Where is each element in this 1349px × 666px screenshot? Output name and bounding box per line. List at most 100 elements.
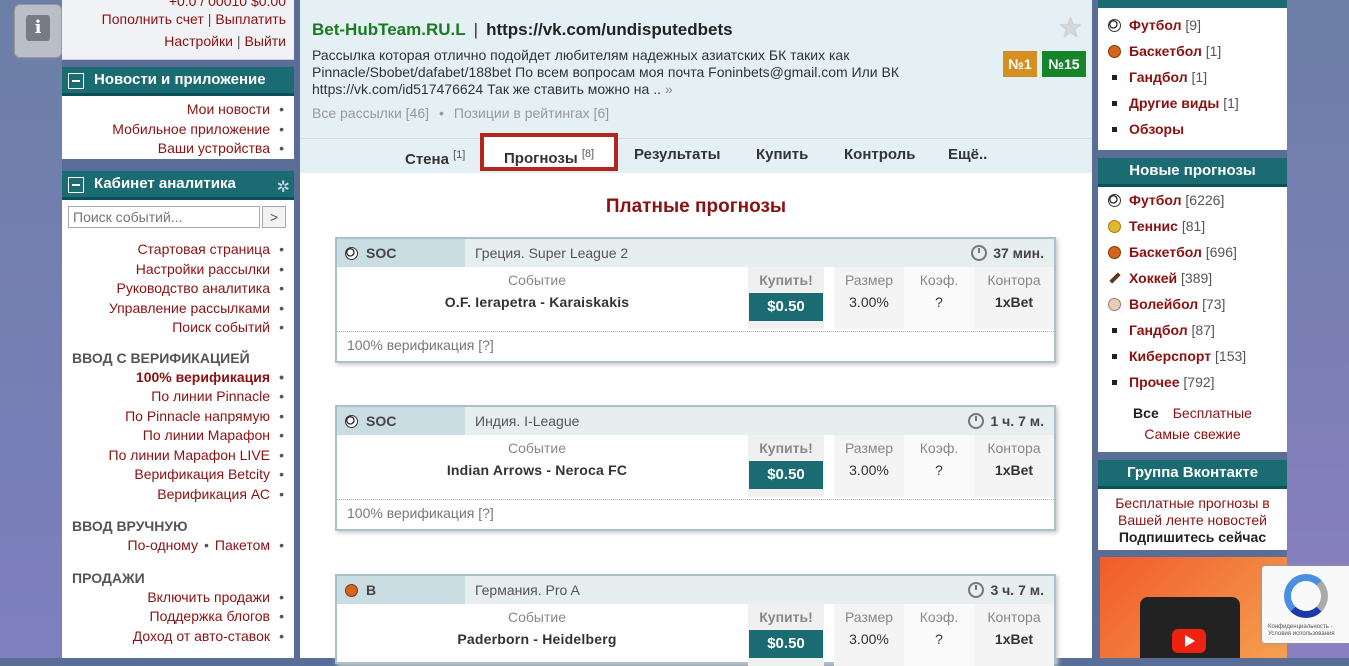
bookmaker-link[interactable]: 1xBet xyxy=(974,461,1054,479)
rank-badge-2[interactable]: №15 xyxy=(1042,51,1086,77)
withdraw-link[interactable]: Выплатить xyxy=(215,11,286,27)
new-item-tennis[interactable]: Теннис [81] xyxy=(1098,213,1287,239)
bookmaker-link[interactable]: 1xBet xyxy=(974,630,1054,648)
analyst-guide-link[interactable]: Руководство аналитика • xyxy=(62,279,294,299)
sport-label: SOC xyxy=(337,407,465,435)
sport-label: B xyxy=(337,576,465,604)
betcity-verification-link[interactable]: Верификация Betcity • xyxy=(62,465,294,485)
new-item-esports[interactable]: Киберспорт [153] xyxy=(1098,343,1287,369)
filter-fresh-link[interactable]: Самые свежие xyxy=(1144,426,1240,442)
start-page-link[interactable]: Стартовая страница • xyxy=(62,240,294,260)
buy-button[interactable]: $0.50 xyxy=(749,461,823,489)
manage-mailings-link[interactable]: Управление рассылками • xyxy=(62,299,294,319)
logout-link[interactable]: Выйти xyxy=(245,33,286,49)
tab-forecasts[interactable]: Прогнозы [8] xyxy=(480,133,619,171)
tab-wall[interactable]: Стена [1] xyxy=(405,139,465,173)
section-title-verification: ВВОД С ВЕРИФИКАЦИЕЙ xyxy=(72,349,250,366)
manual-input-links: По-одному • Пакетом • xyxy=(127,537,285,553)
mailing-url: https://vk.com/undisputedbets xyxy=(486,20,733,39)
sport-item-football[interactable]: Футбол [9] xyxy=(1098,8,1287,38)
vk-group-text[interactable]: Бесплатные прогнозы в Вашей ленте новост… xyxy=(1102,495,1283,529)
vk-group-header: Группа Вконтакте xyxy=(1098,460,1287,489)
youtube-play-icon xyxy=(1172,629,1206,653)
blog-support-link[interactable]: Поддержка блогов • xyxy=(62,607,294,627)
collapse-icon[interactable] xyxy=(68,177,84,193)
mobile-app-link[interactable]: Мобильное приложение • xyxy=(62,120,294,140)
all-mailings-link[interactable]: Все рассылки [46] xyxy=(312,105,429,121)
cabinet-box-header[interactable]: Кабинет аналитика ✲ xyxy=(62,171,294,200)
event-search-input[interactable] xyxy=(68,206,260,228)
gear-icon[interactable]: ✲ xyxy=(277,175,290,201)
mailing-meta: Все рассылки [46] • Позиции в рейтингах [6… xyxy=(312,105,610,121)
new-item-hockey[interactable]: Хоккей [389] xyxy=(1098,265,1287,291)
volleyball-icon xyxy=(1108,298,1121,311)
filter-free-link[interactable]: Бесплатные xyxy=(1173,405,1252,421)
new-item-other[interactable]: Прочее [792] xyxy=(1098,369,1287,395)
verification-note[interactable]: 100% верификация [?] xyxy=(347,505,494,521)
read-more-link[interactable]: » xyxy=(665,81,673,97)
new-item-handball[interactable]: Гандбол [87] xyxy=(1098,317,1287,343)
league-label: Германия. Pro A xyxy=(475,582,580,598)
one-by-one-link[interactable]: По-одному xyxy=(128,537,198,553)
favorite-star-icon[interactable]: ★ xyxy=(1058,14,1083,42)
buy-button[interactable]: $0.50 xyxy=(749,630,823,658)
league-label: Греция. Super League 2 xyxy=(475,245,629,261)
marathon-line-link[interactable]: По линии Марафон • xyxy=(62,426,294,446)
ac-verification-link[interactable]: Верификация АС • xyxy=(62,485,294,505)
tab-results[interactable]: Результаты xyxy=(634,139,720,173)
pinnacle-direct-link[interactable]: По Pinnacle напрямую • xyxy=(62,407,294,427)
clock-icon xyxy=(968,413,985,429)
mailing-title: Bet-HubTeam.RU.L | https://vk.com/undisput… xyxy=(312,20,733,39)
vk-subscribe-link[interactable]: Подпишитесь сейчас xyxy=(1102,529,1283,546)
new-item-football[interactable]: Футбол [6226] xyxy=(1098,187,1287,213)
mailing-sports-box: Футбол [9] Баскетбол [1] Гандбол [1] Дру… xyxy=(1098,0,1287,150)
mailing-header: Bet-HubTeam.RU.L | https://vk.com/undisput… xyxy=(300,0,1092,138)
coefficient: ? xyxy=(935,462,943,478)
mailing-name-link[interactable]: Bet-HubTeam.RU.L xyxy=(312,20,466,39)
verification-100-link[interactable]: 100% верификация • xyxy=(62,368,294,388)
promo-banner[interactable] xyxy=(1100,557,1287,658)
pinnacle-line-link[interactable]: По линии Pinnacle • xyxy=(62,387,294,407)
event-search-button[interactable]: > xyxy=(262,206,286,228)
new-item-basketball[interactable]: Баскетбол [696] xyxy=(1098,239,1287,265)
bullet-icon xyxy=(1112,380,1117,385)
verification-note[interactable]: 100% верификация [?] xyxy=(347,337,494,353)
mailing-settings-link[interactable]: Настройки рассылки • xyxy=(62,260,294,280)
collapse-icon[interactable] xyxy=(68,73,84,89)
tab-more[interactable]: Ещё.. xyxy=(948,139,987,173)
recaptcha-badge[interactable]: Конфиденциальность - Условия использован… xyxy=(1262,566,1349,643)
enable-sales-link[interactable]: Включить продажи • xyxy=(62,588,294,608)
my-devices-link[interactable]: Ваши устройства • xyxy=(62,139,294,159)
info-button[interactable]: i xyxy=(14,4,62,58)
recaptcha-text[interactable]: Конфиденциальность - Условия использован… xyxy=(1268,624,1349,638)
my-news-link[interactable]: Мои новости • xyxy=(62,100,294,120)
page-background-right xyxy=(1287,0,1349,658)
buy-button[interactable]: $0.50 xyxy=(749,293,823,321)
news-box-header[interactable]: Новости и приложение xyxy=(62,67,294,96)
soccer-ball-icon xyxy=(1108,19,1121,32)
sport-item-reviews[interactable]: Обзоры xyxy=(1098,116,1287,142)
sport-item-other[interactable]: Другие виды [1] xyxy=(1098,90,1287,116)
marathon-live-link[interactable]: По линии Марафон LIVE • xyxy=(62,446,294,466)
auto-bet-income-link[interactable]: Доход от авто-ставок • xyxy=(62,627,294,647)
tab-buy[interactable]: Купить xyxy=(756,139,808,173)
rank-badge-1[interactable]: №1 xyxy=(1003,51,1037,77)
forecast-card: SOC Греция. Super League 2 37 мин. Событ… xyxy=(335,237,1056,363)
new-item-volleyball[interactable]: Волейбол [73] xyxy=(1098,291,1287,317)
stake-size: 3.00% xyxy=(849,294,889,310)
deposit-link[interactable]: Пополнить счет xyxy=(102,11,204,27)
bookmaker-link[interactable]: 1xBet xyxy=(974,293,1054,311)
search-events-link[interactable]: Поиск событий • xyxy=(62,318,294,338)
sport-item-handball[interactable]: Гандбол [1] xyxy=(1098,64,1287,90)
filter-all[interactable]: Все xyxy=(1133,405,1173,421)
batch-link[interactable]: Пакетом xyxy=(215,537,270,553)
rating-positions-link[interactable]: Позиции в рейтингах [6] xyxy=(454,105,609,121)
section-title-manual: ВВОД ВРУЧНУЮ xyxy=(72,518,188,534)
recaptcha-icon xyxy=(1284,574,1328,618)
basketball-icon xyxy=(1108,45,1121,58)
vk-group-box: Группа Вконтакте Бесплатные прогнозы в В… xyxy=(1098,460,1287,550)
tab-control[interactable]: Контроль xyxy=(844,139,915,173)
settings-link[interactable]: Настройки xyxy=(164,33,233,49)
sport-item-basketball[interactable]: Баскетбол [1] xyxy=(1098,38,1287,64)
main-content: Bet-HubTeam.RU.L | https://vk.com/undisput… xyxy=(300,0,1092,666)
